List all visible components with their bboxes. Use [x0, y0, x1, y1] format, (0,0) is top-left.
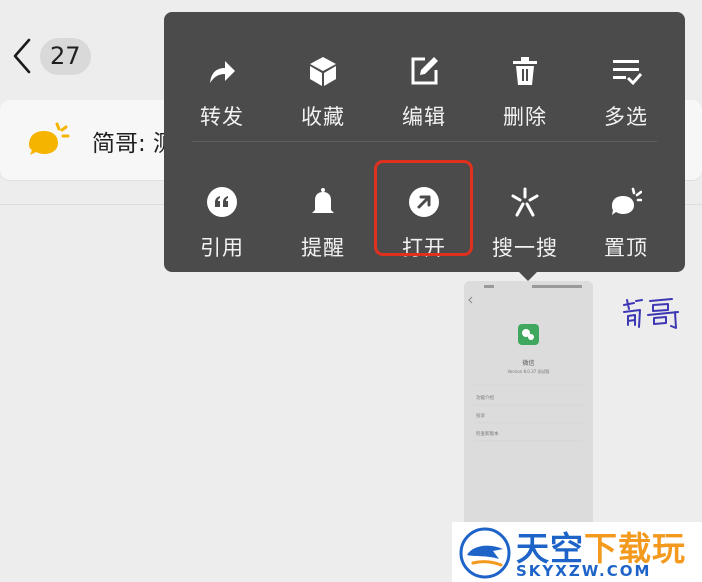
phone-screen-thumbnail: 微信 Version 8.0.37 测试版 功能介绍 投诉 检查新版本	[464, 281, 593, 531]
menu-item-label: 删除	[503, 105, 547, 129]
settings-row-text: 投诉	[476, 412, 485, 419]
menu-item-quote[interactable]: 引用	[172, 158, 272, 268]
forward-icon	[210, 61, 235, 83]
pin-top-icon	[612, 187, 642, 215]
menu-item-multi-select[interactable]: 多选	[576, 27, 676, 137]
delete-icon	[513, 57, 537, 85]
settings-row-text: 功能介绍	[476, 394, 494, 401]
bell-icon	[312, 188, 334, 213]
menu-item-pin[interactable]: 置顶	[576, 158, 676, 268]
menu-item-favorite[interactable]: 收藏	[273, 27, 373, 137]
speech-bubble-icon	[29, 122, 70, 155]
menu-item-label: 多选	[604, 105, 648, 129]
shared-screenshot-image[interactable]: 微信 Version 8.0.37 测试版 功能介绍 投诉 检查新版本	[464, 281, 593, 531]
settings-row-text: 检查新版本	[476, 430, 499, 437]
watermark-url: SKYXZW.COM	[516, 562, 652, 580]
menu-item-edit[interactable]: 编辑	[374, 27, 474, 137]
menu-item-label: 提醒	[301, 236, 345, 260]
multi-select-icon	[613, 60, 642, 86]
skyxzw-logo-icon	[459, 527, 511, 579]
menu-item-label: 编辑	[402, 105, 446, 129]
menu-item-remind[interactable]: 提醒	[273, 158, 373, 268]
menu-item-label: 收藏	[301, 105, 345, 129]
menu-divider	[192, 141, 657, 142]
menu-pointer-arrow	[517, 270, 539, 281]
handwritten-signature	[623, 298, 679, 329]
app-name-text: 微信	[522, 359, 534, 367]
menu-item-delete[interactable]: 删除	[475, 27, 575, 137]
back-arrow-icon[interactable]	[10, 36, 34, 76]
menu-item-label: 置顶	[604, 236, 648, 260]
site-watermark: 天空下载玩 SKYXZW.COM	[452, 522, 702, 582]
search-spark-icon	[511, 187, 539, 217]
menu-item-label: 搜一搜	[492, 236, 558, 260]
menu-item-label: 转发	[200, 105, 244, 129]
menu-item-label: 引用	[200, 236, 244, 260]
open-highlight-box	[374, 160, 473, 256]
menu-item-search[interactable]: 搜一搜	[475, 158, 575, 268]
app-version-text: Version 8.0.37 测试版	[508, 368, 550, 374]
unread-count-badge[interactable]: 27	[40, 38, 91, 75]
favorite-cube-icon	[310, 57, 336, 86]
edit-icon	[411, 57, 438, 85]
quote-icon	[207, 187, 237, 217]
menu-item-forward[interactable]: 转发	[172, 27, 272, 137]
